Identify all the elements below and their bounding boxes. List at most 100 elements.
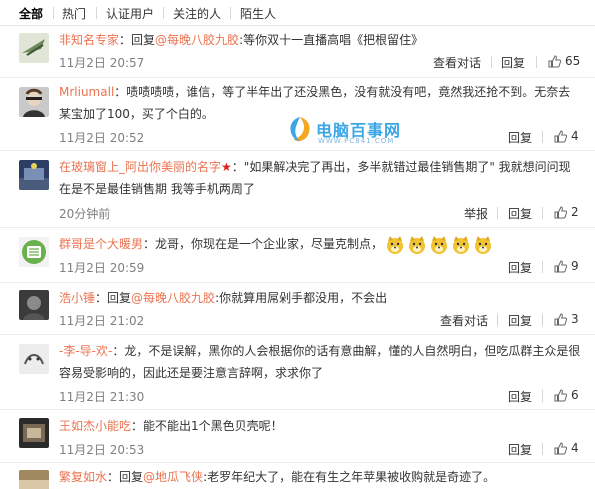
comment-username[interactable]: 在玻璃窗上_阿出你美丽的名字 — [59, 160, 221, 174]
avatar[interactable] — [19, 418, 49, 448]
comment-content: 能不能出1个黑色贝壳呢！ — [143, 419, 283, 433]
colon: ： — [95, 291, 108, 305]
thumbs-up-icon — [554, 313, 567, 326]
like-button[interactable]: 3 — [554, 312, 589, 328]
tab-divider — [163, 7, 164, 19]
view-conversation-link[interactable]: 查看对话 — [440, 312, 488, 329]
reply-button[interactable]: 回复 — [508, 312, 532, 329]
comment-timestamp: 11月2日 20:53 — [59, 443, 145, 457]
comment-item: 繁复如水：回复@地瓜飞侠:老罗年纪大了，能在有生之年苹果被收购就是奇迹了。 — [0, 464, 595, 489]
reply-prefix: 回复 — [107, 291, 132, 305]
comment-username[interactable]: 浩小锤 — [59, 291, 95, 305]
doge-emoji-icon — [453, 235, 470, 254]
comment-item: 浩小锤：回复@每晚八胶九胶:你就算用屌剁手都没用，不会出 11月2日 21:02… — [0, 284, 595, 335]
like-button[interactable]: 4 — [554, 441, 589, 457]
tab-all[interactable]: 全部 — [19, 5, 43, 22]
comment-text: -李-导-欢-：龙，不是误解，黑你的人会根据你的话有意曲解，懂的人自然明白，但吃… — [59, 340, 581, 384]
like-button[interactable]: 2 — [554, 205, 589, 221]
tab-strangers[interactable]: 陌生人 — [240, 5, 276, 22]
report-button[interactable]: 举报 — [464, 205, 488, 222]
like-count: 4 — [571, 129, 579, 143]
comment-timestamp: 11月2日 20:52 — [59, 131, 145, 145]
like-button[interactable]: 4 — [554, 129, 589, 145]
mention-link[interactable]: @地瓜飞侠 — [143, 470, 203, 484]
comment-item: 非知名专家：回复@每晚八胶九胶:等你双十一直播高唱《把根留住》 11月2日 20… — [0, 27, 595, 78]
reply-button[interactable]: 回复 — [508, 388, 532, 405]
tab-hot[interactable]: 热门 — [62, 5, 86, 22]
like-count: 3 — [571, 312, 579, 326]
view-conversation-link[interactable]: 查看对话 — [433, 54, 481, 71]
reply-prefix: 回复 — [119, 470, 144, 484]
action-divider — [497, 207, 498, 219]
comment-timestamp: 11月2日 20:59 — [59, 261, 145, 275]
comment-timestamp: 20分钟前 — [59, 207, 111, 221]
comment-text: 非知名专家：回复@每晚八胶九胶:等你双十一直播高唱《把根留住》 — [59, 29, 581, 51]
reply-button[interactable]: 回复 — [508, 259, 532, 276]
site-watermark: 电脑百事网 WWW.PC841.COM — [286, 115, 416, 149]
reply-prefix: 回复 — [131, 33, 156, 47]
avatar[interactable] — [19, 470, 49, 489]
avatar[interactable] — [19, 290, 49, 320]
comment-content: 龙，不是误解，黑你的人会根据你的话有意曲解，懂的人自然明白，但吃瓜群主众是很容易… — [59, 344, 581, 380]
doge-emoji-icon — [431, 235, 448, 254]
reply-button[interactable]: 回复 — [508, 441, 532, 458]
action-divider — [542, 131, 543, 143]
colon: ： — [143, 237, 156, 251]
reply-button[interactable]: 回复 — [508, 205, 532, 222]
tab-following[interactable]: 关注的人 — [173, 5, 221, 22]
colon: ： — [231, 160, 244, 174]
mention-link[interactable]: @每晚八胶九胶 — [155, 33, 239, 47]
mention-link[interactable]: @每晚八胶九胶 — [131, 291, 215, 305]
comment-item: 王如杰小能吃：能不能出1个黑色贝壳呢！ 11月2日 20:53 回复 4 — [0, 411, 595, 463]
comment-username[interactable]: -李-导-欢- — [59, 344, 112, 358]
tab-verified-users[interactable]: 认证用户 — [106, 5, 154, 22]
comment-username[interactable]: 繁复如水 — [59, 470, 107, 484]
comment-timestamp: 11月2日 21:02 — [59, 314, 145, 328]
tab-divider — [230, 7, 231, 19]
comment-content: :老罗年纪大了，能在有生之年苹果被收购就是奇迹了。 — [203, 470, 496, 484]
like-count: 2 — [571, 205, 579, 219]
like-button[interactable]: 6 — [554, 388, 589, 404]
action-divider — [542, 443, 543, 455]
colon: ： — [131, 419, 144, 433]
colon: ： — [107, 470, 120, 484]
like-button[interactable]: 9 — [554, 259, 589, 275]
comment-content: 龙哥，你现在是一个企业家，尽量克制点， — [155, 237, 384, 251]
doge-emoji-icon — [475, 235, 492, 254]
comment-timestamp: 11月2日 21:30 — [59, 390, 145, 404]
comment-item: -李-导-欢-：龙，不是误解，黑你的人会根据你的话有意曲解，懂的人自然明白，但吃… — [0, 336, 595, 410]
watermark-url: WWW.PC841.COM — [318, 137, 395, 145]
avatar[interactable] — [19, 160, 49, 190]
tab-divider — [96, 7, 97, 19]
reply-button[interactable]: 回复 — [501, 54, 525, 71]
doge-emoji-icon — [387, 235, 404, 254]
comment-content: :等你双十一直播高唱《把根留住》 — [239, 33, 424, 47]
comment-filter-tabs: 全部 热门 认证用户 关注的人 陌生人 — [0, 0, 595, 26]
thumbs-up-icon — [548, 55, 561, 68]
action-divider — [497, 314, 498, 326]
comment-username[interactable]: Mrliumall — [59, 85, 114, 99]
like-count: 65 — [565, 54, 581, 68]
comment-text: 在玻璃窗上_阿出你美丽的名字★："如果解决完了再出，多半就错过最佳销售期了" 我… — [59, 156, 581, 200]
colon: ： — [112, 344, 125, 358]
thumbs-up-icon — [554, 389, 567, 402]
thumbs-up-icon — [554, 206, 567, 219]
avatar[interactable] — [19, 344, 49, 374]
comment-content: :你就算用屌剁手都没用，不会出 — [215, 291, 388, 305]
avatar[interactable] — [19, 87, 49, 117]
reply-button[interactable]: 回复 — [508, 129, 532, 146]
comment-username[interactable]: 王如杰小能吃 — [59, 419, 131, 433]
avatar[interactable] — [19, 237, 49, 267]
comment-username[interactable]: 非知名专家 — [59, 33, 119, 47]
like-count: 6 — [571, 388, 579, 402]
action-divider — [542, 314, 543, 326]
avatar[interactable] — [19, 33, 49, 63]
thumbs-up-icon — [554, 130, 567, 143]
comment-timestamp: 11月2日 20:57 — [59, 56, 145, 70]
comment-text: 浩小锤：回复@每晚八胶九胶:你就算用屌剁手都没用，不会出 — [59, 287, 581, 309]
watermark-logo-icon — [290, 117, 310, 142]
comment-username[interactable]: 群哥是个大暖男 — [59, 237, 143, 251]
action-divider — [536, 56, 537, 68]
like-button[interactable]: 65 — [548, 54, 588, 70]
comment-item: 群哥是个大暖男：龙哥，你现在是一个企业家，尽量克制点， 11月2日 20:59 … — [0, 229, 595, 283]
